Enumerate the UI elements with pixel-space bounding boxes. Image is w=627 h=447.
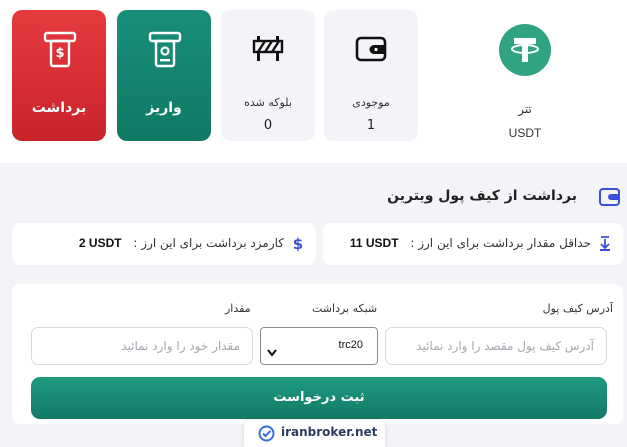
min-withdraw-label: حداقل مقدار برداشت برای این ارز : [410, 236, 591, 250]
wallet-icon [354, 32, 388, 66]
chevron-down-icon [267, 342, 277, 357]
svg-text:$: $ [293, 235, 303, 253]
withdraw-icon: $ [42, 30, 78, 70]
address-label: آدرس کیف پول [542, 302, 613, 315]
balance-label: موجودی [352, 96, 390, 109]
barrier-icon [251, 32, 285, 66]
wallet-address-input[interactable]: آدرس کیف پول مقصد را وارد نمائید [385, 327, 607, 365]
coin-name: تتر [518, 102, 532, 116]
arrow-down-icon [597, 235, 613, 253]
amount-label: مقدار [225, 302, 251, 315]
brand-text: iranbroker.net [281, 425, 378, 439]
fee-info: $ کارمزد برداشت برای این ارز : 2 USDT [12, 223, 316, 265]
section-title: برداشت از کیف پول ویترین [387, 188, 577, 204]
min-withdraw-info: حداقل مقدار برداشت برای این ارز : 11 USD… [323, 223, 623, 265]
coin-card: تتر USDT [428, 8, 622, 158]
fee-value: 2 USDT [78, 236, 122, 250]
deposit-label: واریز [146, 100, 182, 116]
min-withdraw-value: 11 USDT [349, 236, 399, 250]
withdraw-label: برداشت [31, 100, 87, 116]
withdraw-button[interactable]: $ برداشت [12, 10, 106, 141]
wallet-icon [598, 185, 622, 209]
submit-request-button[interactable]: ثبت درخواست [31, 377, 607, 419]
coin-symbol: USDT [508, 126, 542, 140]
network-value: trc20 [338, 339, 363, 351]
wallet-header: تتر USDT موجودی 1 بلوکه شده 0 واریز $ بر… [0, 0, 627, 163]
deposit-icon [147, 30, 183, 70]
tether-icon [499, 24, 551, 76]
balance-value: 1 [366, 118, 376, 133]
deposit-button[interactable]: واریز [117, 10, 211, 141]
svg-text:$: $ [55, 46, 64, 61]
blocked-label: بلوکه شده [244, 96, 292, 109]
brand-check-icon [258, 425, 275, 442]
dollar-icon: $ [290, 235, 306, 253]
amount-input[interactable]: مقدار خود را وارد نمائید [31, 327, 253, 365]
blocked-card: بلوکه شده 0 [221, 10, 315, 141]
withdraw-form: آدرس کیف پول شبکه برداشت مقدار آدرس کیف … [12, 284, 623, 424]
network-label: شبکه برداشت [312, 302, 378, 315]
balance-card: موجودی 1 [324, 10, 418, 141]
fee-label: کارمزد برداشت برای این ارز : [133, 236, 284, 250]
brand-watermark: iranbroker.net [244, 420, 385, 447]
network-select[interactable]: trc20 [260, 327, 378, 365]
blocked-value: 0 [263, 118, 273, 133]
